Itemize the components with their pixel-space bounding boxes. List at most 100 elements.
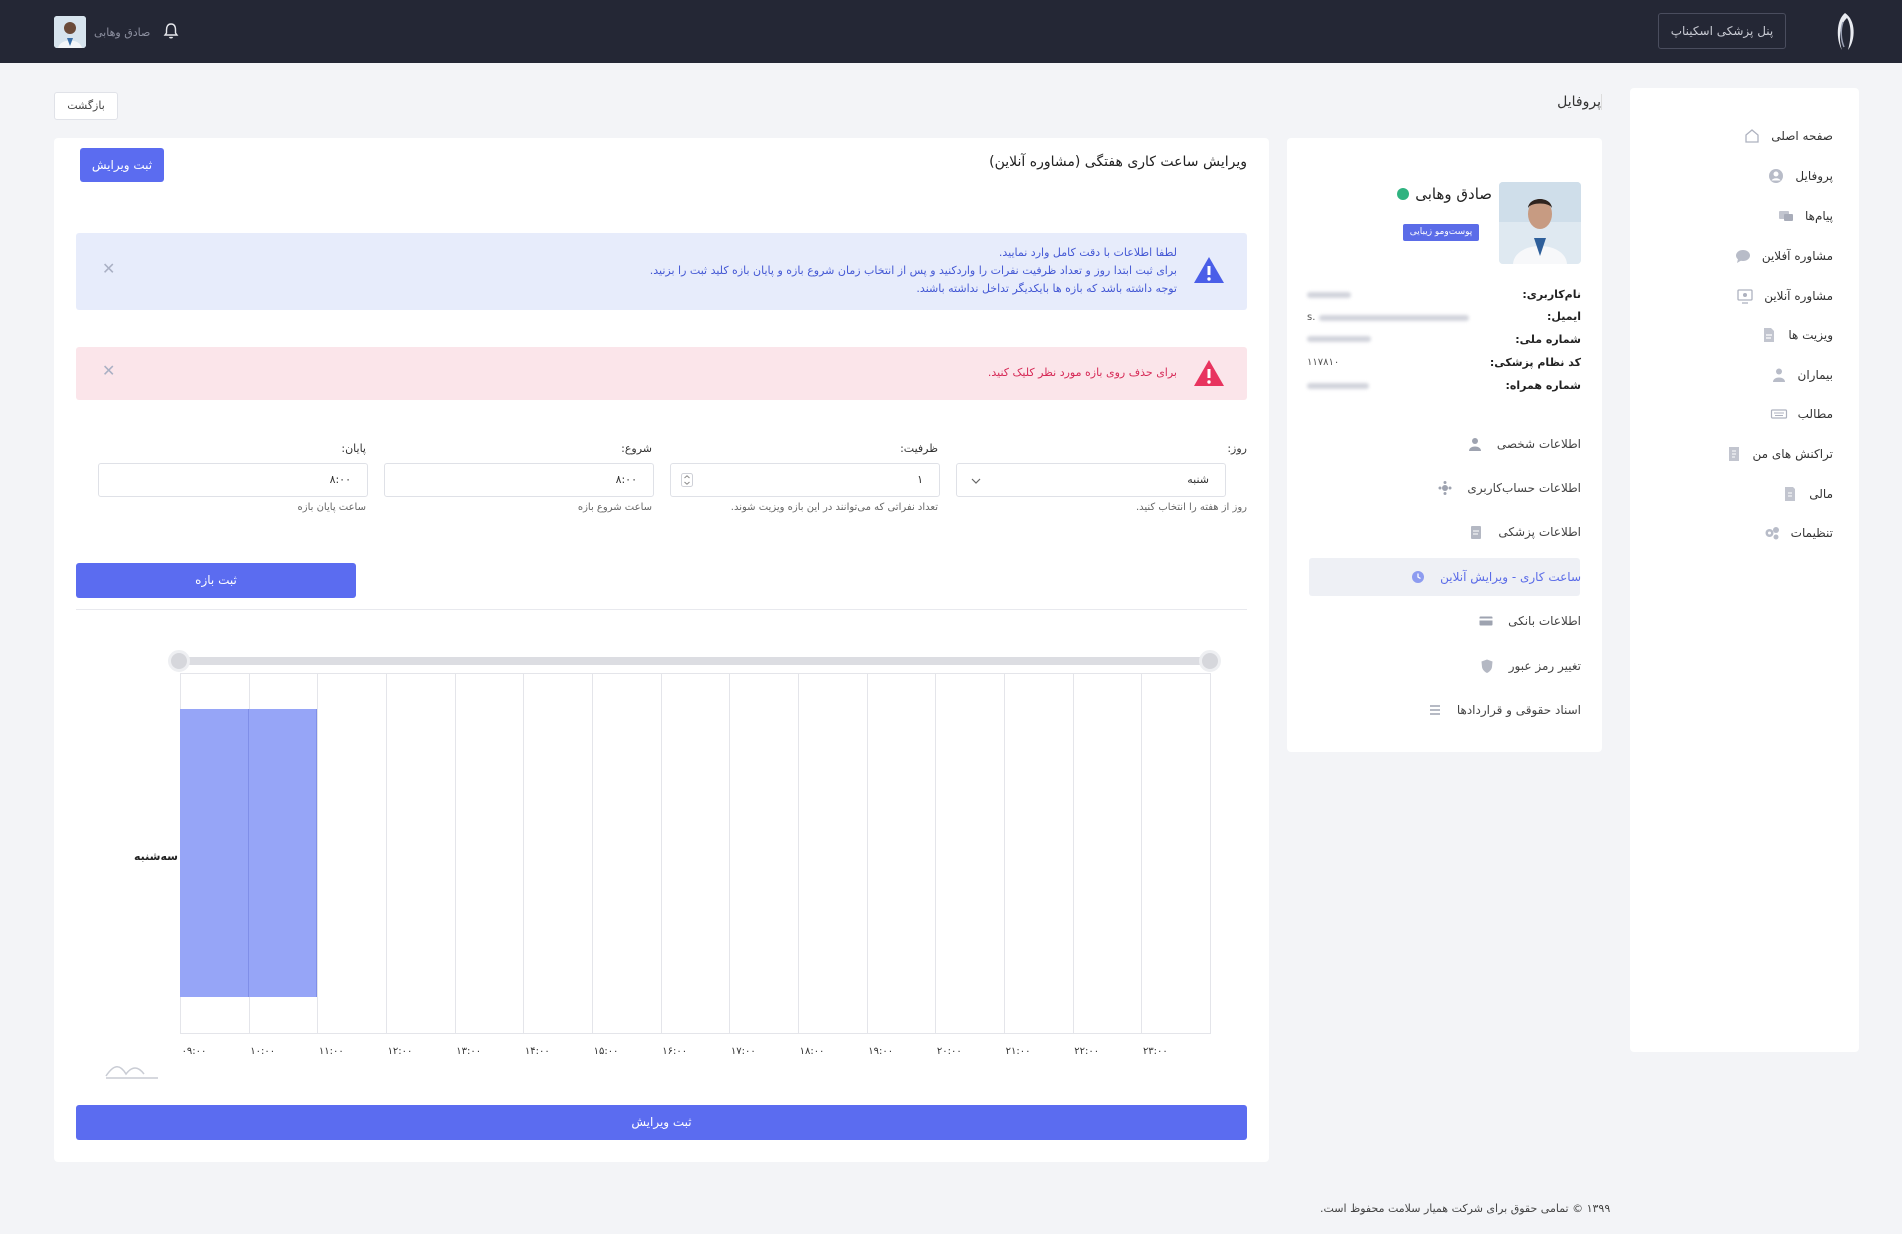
account-gear-icon xyxy=(1438,481,1452,495)
start-time-input[interactable]: ۸:۰۰ xyxy=(384,463,654,497)
x-tick-label: ۱۲:۰۰ xyxy=(387,1046,413,1057)
x-tick-label: ۱۸:۰۰ xyxy=(799,1046,825,1057)
email-value-redacted xyxy=(1319,315,1469,321)
bell-icon[interactable] xyxy=(162,22,180,40)
grid-line xyxy=(180,1033,1211,1034)
info-alert-line: توجه داشته باشد که بازه ها بایکدیگر تداخ… xyxy=(916,282,1177,295)
grid-line xyxy=(523,673,525,1033)
profile-menu-working-hours[interactable]: ساعت کاری - ویرایش آنلاین xyxy=(1410,566,1581,588)
profile-menu-legal[interactable]: اسناد حقوقی و قراردادها xyxy=(1427,699,1581,721)
sidebar-item-settings[interactable]: تنظیمات xyxy=(1763,521,1833,545)
sidebar-item-finance[interactable]: مالی xyxy=(1781,482,1833,506)
username-label: نام‌کاربری: xyxy=(1522,288,1581,301)
receipt-icon xyxy=(1728,447,1739,461)
end-time-input[interactable]: ۸:۰۰ xyxy=(98,463,368,497)
sidebar-item-messages[interactable]: پیام‌ها xyxy=(1777,204,1833,228)
profile-menu-label: تغییر رمز عبور xyxy=(1508,659,1581,673)
x-tick-label: ۱۴:۰۰ xyxy=(524,1046,550,1057)
back-button[interactable]: بازگشت xyxy=(54,92,118,120)
chat-bubble-icon xyxy=(1735,250,1750,263)
start-label: شروع: xyxy=(621,442,652,455)
sidebar-item-label: مشاوره آفلاین xyxy=(1761,249,1833,263)
sidebar-item-label: بیماران xyxy=(1797,368,1834,382)
profile-menu-label: اطلاعات پزشکی xyxy=(1498,525,1581,539)
sidebar-item-label: پروفایل xyxy=(1795,169,1833,183)
person-icon xyxy=(1468,438,1481,451)
close-icon[interactable]: ✕ xyxy=(102,259,115,278)
grid-line xyxy=(1004,673,1006,1033)
divider xyxy=(76,609,1247,610)
shield-icon xyxy=(1481,659,1493,673)
day-select-value: شنبه xyxy=(1187,473,1209,486)
profile-menu-account[interactable]: اطلاعات حساب‌کاربری xyxy=(1437,477,1581,499)
sidebar-item-label: مطالب xyxy=(1797,407,1833,421)
page-title: پروفایل xyxy=(1546,94,1602,110)
profile-menu-password[interactable]: تغییر رمز عبور xyxy=(1479,655,1581,677)
sidebar-item-label: مالی xyxy=(1809,487,1833,501)
sidebar-item-visits[interactable]: ویزیت ها xyxy=(1760,323,1833,347)
credit-card-icon xyxy=(1479,616,1493,626)
wave-icon xyxy=(105,1066,158,1079)
x-tick-label: ۰۹:۰۰ xyxy=(181,1046,207,1057)
close-icon[interactable]: ✕ xyxy=(102,361,115,380)
working-hours-card: ویرایش ساعت کاری هفتگی (مشاوره آنلاین) ث… xyxy=(54,138,1269,1162)
sidebar-item-label: تراکنش های من xyxy=(1752,447,1834,461)
editor-title: ویرایش ساعت کاری هفتگی (مشاوره آنلاین) xyxy=(989,154,1247,170)
profile-menu-label: ساعت کاری - ویرایش آنلاین xyxy=(1440,570,1581,584)
profile-menu-bank[interactable]: اطلاعات بانکی xyxy=(1478,610,1581,632)
sidebar-item-profile[interactable]: پروفایل xyxy=(1767,164,1833,188)
warning-icon xyxy=(1194,257,1224,283)
profile-photo xyxy=(1499,182,1581,264)
sidebar-item-articles[interactable]: مطالب xyxy=(1770,402,1833,426)
profile-name-text: صادق وهابی xyxy=(1415,185,1492,203)
gears-icon xyxy=(1765,527,1779,540)
x-tick-label: ۱۷:۰۰ xyxy=(730,1046,756,1057)
sidebar-item-home[interactable]: صفحه اصلی xyxy=(1743,124,1833,148)
footer-copyright: ۱۳۹۹ © تمامی حقوق برای شرکت همیار سلامت … xyxy=(1320,1202,1611,1215)
sidebar-item-online-consult[interactable]: مشاوره آنلاین xyxy=(1736,284,1833,308)
time-range-slider[interactable] xyxy=(180,657,1210,665)
x-tick-label: ۱۶:۰۰ xyxy=(662,1046,688,1057)
x-tick-label: ۲۱:۰۰ xyxy=(1005,1046,1031,1057)
x-tick-label: ۱۹:۰۰ xyxy=(868,1046,894,1057)
slider-handle-start[interactable] xyxy=(168,650,190,672)
sidebar-item-label: تنظیمات xyxy=(1790,526,1833,540)
x-tick-label: ۲۳:۰۰ xyxy=(1142,1046,1168,1057)
schedule-range-bar[interactable] xyxy=(180,709,249,997)
document-icon xyxy=(1764,328,1775,342)
sidebar-item-offline-consult[interactable]: مشاوره آفلاین xyxy=(1734,244,1833,268)
user-chip[interactable]: صادق وهابی xyxy=(54,16,150,48)
grid-line xyxy=(1141,673,1143,1033)
list-icon xyxy=(1429,705,1440,715)
profile-menu-medical[interactable]: اطلاعات پزشکی xyxy=(1468,521,1581,543)
danger-alert-text: برای حذف روی بازه مورد نظر کلیک کنید. xyxy=(987,366,1177,379)
profile-name: صادق وهابی xyxy=(1397,185,1492,203)
verified-icon xyxy=(1397,188,1410,200)
grid-line xyxy=(592,673,594,1033)
stepper-icon[interactable] xyxy=(681,473,693,487)
day-label: روز: xyxy=(1227,442,1247,455)
mobile-label: شماره همراه: xyxy=(1505,379,1582,392)
sidebar-item-label: پیام‌ها xyxy=(1804,209,1833,223)
panel-button[interactable]: پنل پزشکی اسکیناپ xyxy=(1658,13,1786,49)
logo-icon[interactable] xyxy=(1830,10,1860,54)
national-id-value-redacted xyxy=(1307,336,1371,342)
start-help: ساعت شروع بازه xyxy=(577,502,652,513)
grid-line xyxy=(1072,673,1074,1033)
submit-top-button[interactable]: ثبت ویرایش xyxy=(80,148,164,182)
add-range-button[interactable]: ثبت بازه xyxy=(76,563,356,598)
submit-bottom-button[interactable]: ثبت ویرایش xyxy=(76,1105,1247,1140)
sidebar-item-transactions[interactable]: تراکنش های من xyxy=(1725,442,1834,466)
schedule-range-bar[interactable] xyxy=(248,709,318,997)
grid-line xyxy=(798,673,800,1033)
sidebar-item-patients[interactable]: بیماران xyxy=(1770,363,1834,387)
sidebar-item-label: ویزیت ها xyxy=(1788,328,1833,342)
slider-handle-end[interactable] xyxy=(1199,650,1221,672)
day-select[interactable]: شنبه xyxy=(956,463,1226,497)
username-value-redacted xyxy=(1307,292,1351,298)
top-bar: پنل پزشکی اسکیناپ صادق وهابی xyxy=(0,0,1902,63)
capacity-input[interactable]: ۱ xyxy=(670,463,940,497)
mobile-value-redacted xyxy=(1307,383,1369,389)
profile-menu-personal[interactable]: اطلاعات شخصی xyxy=(1467,433,1581,455)
national-id-label: شماره ملی: xyxy=(1515,333,1581,346)
